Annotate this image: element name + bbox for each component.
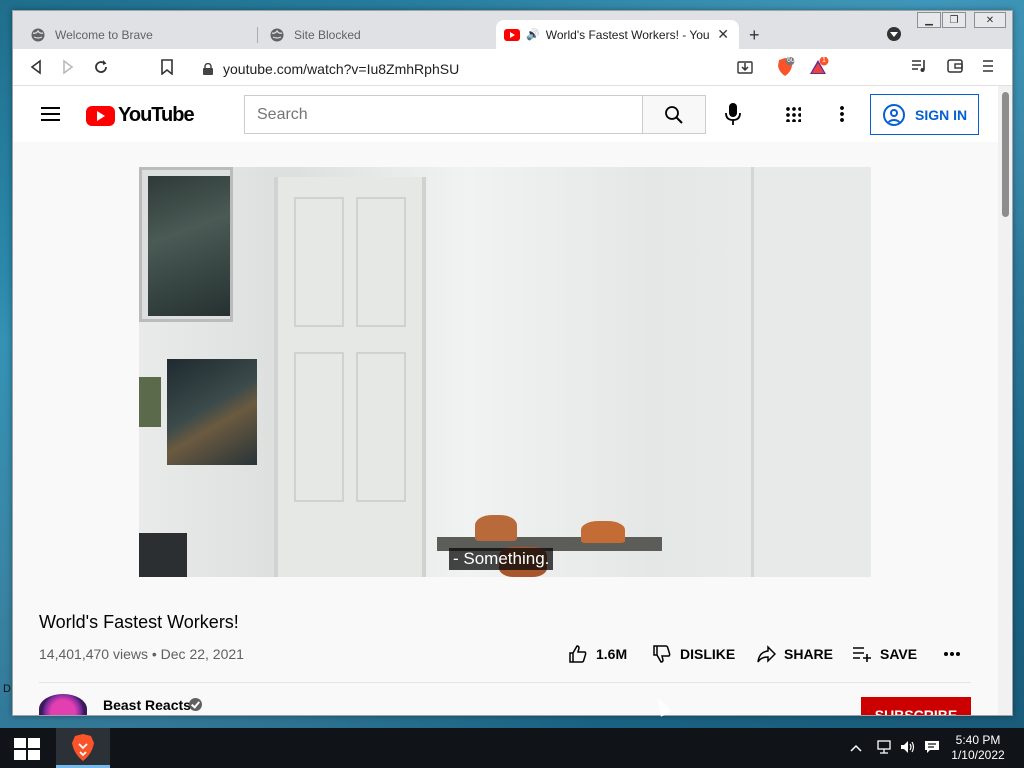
sign-in-label: SIGN IN [915, 106, 968, 123]
like-button[interactable]: 1.6M [568, 644, 627, 664]
brave-lion-icon [72, 734, 94, 761]
subscribe-button[interactable]: SUBSCRIBE [861, 697, 971, 715]
tab-site-blocked[interactable]: Site Blocked [258, 20, 494, 49]
address-bar[interactable]: youtube.com/watch?v=Iu8ZmhRphSU [223, 61, 459, 77]
tab-label: Site Blocked [294, 27, 361, 42]
desktop-icon-label: D [3, 683, 11, 695]
dislike-label: DISLIKE [680, 646, 736, 662]
share-label: SHARE [784, 646, 834, 662]
tab-search-dropdown-icon[interactable] [887, 27, 901, 41]
share-icon [757, 645, 776, 663]
tab-welcome[interactable]: Welcome to Brave [19, 20, 255, 49]
video-frame-fireplace [139, 533, 187, 577]
shields-count: 60 [787, 57, 795, 64]
globe-icon [270, 28, 284, 42]
thumbs-up-icon [569, 645, 587, 663]
brave-rewards-icon[interactable] [809, 56, 829, 81]
meta-separator: • [151, 646, 161, 662]
youtube-logo-text: YouTube [118, 104, 195, 126]
settings-more-icon[interactable] [840, 105, 844, 123]
search-icon [665, 106, 683, 124]
notifications-icon[interactable] [924, 740, 940, 757]
video-frame-wall [751, 167, 871, 577]
video-title: World's Fastest Workers! [39, 612, 239, 632]
channel-name[interactable]: Beast Reacts [103, 697, 191, 713]
youtube-page: YouTube SIGN IN [13, 86, 998, 715]
account-icon [883, 104, 905, 126]
speaker-icon[interactable]: 🔊 [526, 28, 540, 41]
like-count: 1.6M [596, 646, 628, 662]
search-box [244, 95, 643, 134]
globe-icon [31, 28, 45, 42]
start-button[interactable] [14, 738, 40, 760]
video-caption: - Something. [449, 548, 554, 570]
search-button[interactable] [642, 95, 706, 134]
apps-grid-icon[interactable] [785, 106, 801, 122]
close-tab-icon[interactable]: ✕ [717, 26, 729, 43]
windows-taskbar: 5:40 PM 1/10/2022 [0, 728, 1024, 768]
network-icon[interactable] [876, 740, 892, 757]
thumbs-down-icon [653, 645, 671, 663]
install-app-icon[interactable] [737, 59, 753, 79]
youtube-favicon-icon [504, 28, 520, 41]
youtube-header: YouTube SIGN IN [13, 86, 998, 142]
volume-icon[interactable] [900, 740, 916, 757]
youtube-logo[interactable]: YouTube [86, 104, 195, 127]
taskbar-clock[interactable]: 5:40 PM 1/10/2022 [944, 733, 1012, 763]
view-count: 14,401,470 views [39, 646, 148, 662]
browser-window: Welcome to Brave Site Blocked 🔊 World's … [12, 10, 1013, 716]
browser-menu-icon[interactable] [982, 59, 994, 77]
lock-icon[interactable] [203, 62, 213, 75]
search-input[interactable] [245, 96, 643, 133]
video-frame-chair [475, 515, 517, 541]
playlist-add-icon [853, 647, 871, 662]
more-horizontal-icon [944, 652, 960, 656]
video-frame-painting [167, 359, 257, 465]
video-frame-artwork [139, 167, 233, 322]
video-frame-door [274, 177, 426, 577]
tab-strip: Welcome to Brave Site Blocked 🔊 World's … [13, 11, 1012, 49]
youtube-play-icon [86, 105, 115, 126]
sign-in-button[interactable]: SIGN IN [870, 94, 979, 135]
tab-youtube-video[interactable]: 🔊 World's Fastest Workers! - You ✕ [496, 20, 739, 49]
tab-label: Welcome to Brave [55, 27, 153, 42]
browser-toolbar: youtube.com/watch?v=Iu8ZmhRphSU 60 1 [13, 49, 1012, 86]
wallet-icon[interactable] [947, 59, 963, 77]
restore-button[interactable]: ❐ [942, 12, 966, 28]
upload-date: Dec 22, 2021 [160, 646, 244, 662]
save-button[interactable]: SAVE [852, 644, 917, 664]
tray-overflow-icon[interactable] [850, 740, 862, 756]
tab-label: World's Fastest Workers! - You [545, 27, 710, 42]
rewards-badge: 1 [822, 57, 826, 64]
channel-avatar[interactable] [39, 694, 87, 715]
more-actions-button[interactable] [943, 651, 961, 657]
guide-menu-icon[interactable] [41, 107, 60, 121]
close-window-button[interactable]: ✕ [974, 12, 1006, 28]
page-scrollbar[interactable] [998, 86, 1012, 715]
voice-search-button[interactable] [721, 100, 745, 128]
share-button[interactable]: SHARE [756, 644, 833, 664]
video-meta: 14,401,470 views • Dec 22, 2021 [39, 646, 244, 662]
new-tab-button[interactable]: + [749, 25, 760, 46]
scrollbar-thumb[interactable] [1002, 92, 1009, 217]
playlist-icon[interactable] [911, 59, 927, 77]
taskbar-brave-button[interactable] [56, 728, 110, 768]
video-player[interactable]: - Something. [139, 167, 871, 577]
divider [39, 682, 971, 683]
save-label: SAVE [880, 646, 918, 662]
bookmark-icon[interactable] [161, 59, 173, 79]
clock-date: 1/10/2022 [951, 748, 1005, 762]
minimize-button[interactable]: ▁ [917, 12, 941, 28]
video-frame-chair [581, 521, 625, 543]
microphone-icon [725, 103, 741, 125]
back-icon[interactable] [29, 59, 43, 79]
clock-time: 5:40 PM [955, 733, 1001, 747]
dislike-button[interactable]: DISLIKE [652, 644, 735, 664]
forward-icon[interactable] [61, 59, 75, 79]
verified-badge-icon [189, 698, 202, 711]
reload-icon[interactable] [93, 59, 109, 79]
video-frame-artwork-small [139, 377, 161, 427]
